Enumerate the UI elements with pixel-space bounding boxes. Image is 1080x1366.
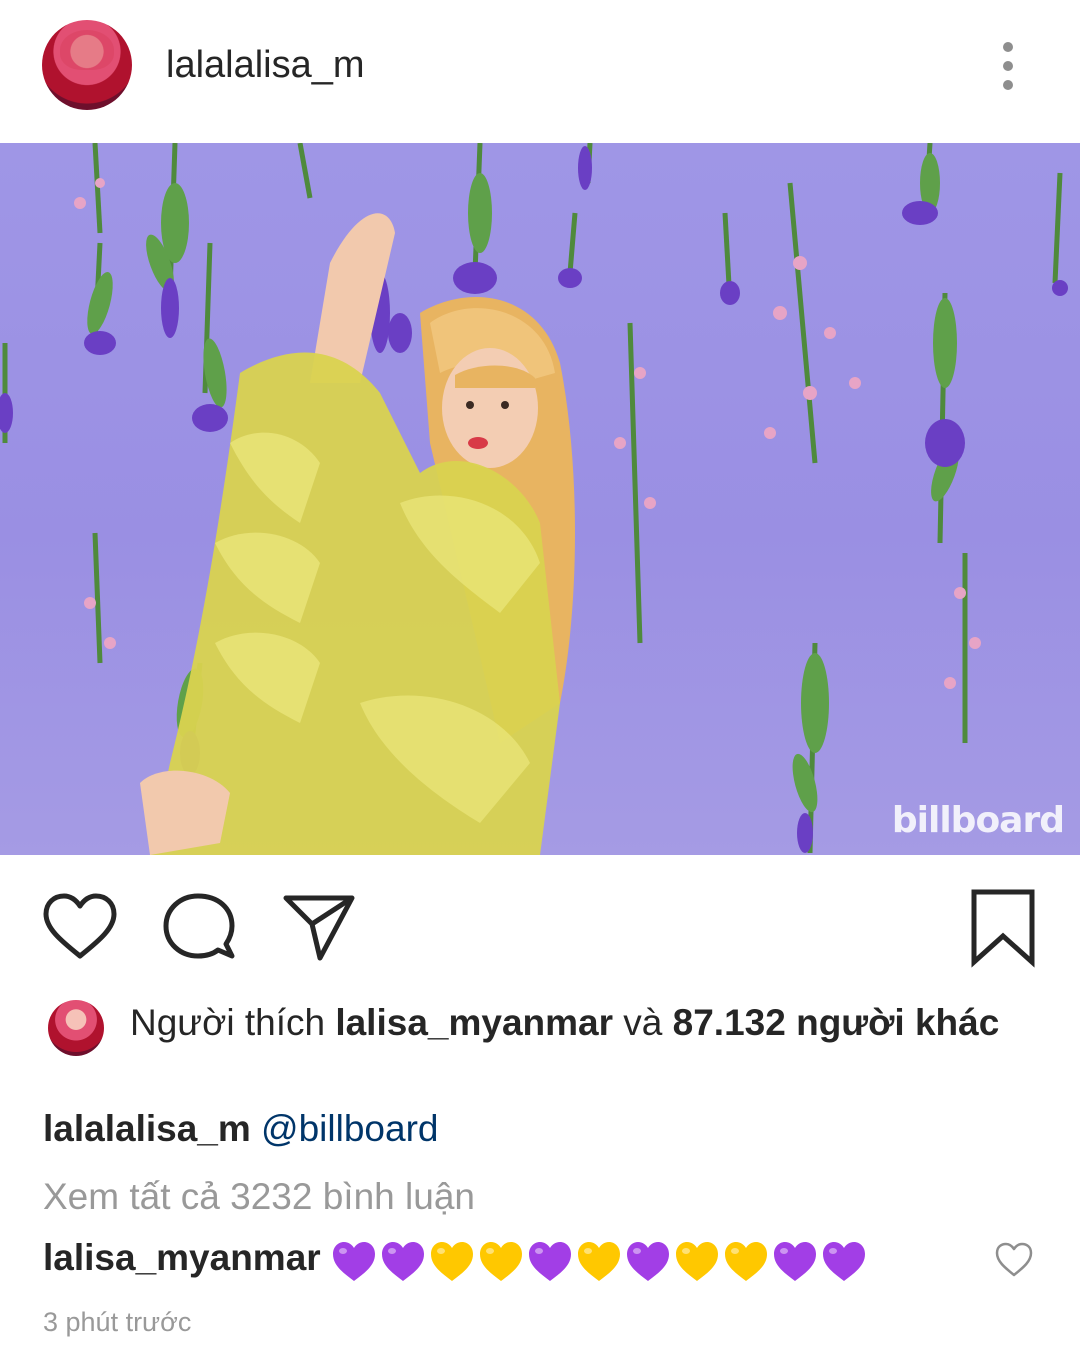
bookmark-icon[interactable] bbox=[966, 888, 1046, 968]
yellow-heart-emoji bbox=[479, 1242, 522, 1282]
view-all-comments-link[interactable]: Xem tất cả 3232 bình luận bbox=[43, 1172, 475, 1222]
purple-heart-emoji bbox=[822, 1242, 865, 1282]
liker-avatar[interactable] bbox=[48, 1000, 104, 1056]
purple-heart-emoji bbox=[626, 1242, 669, 1282]
yellow-heart-emoji bbox=[724, 1242, 767, 1282]
comment-item: lalisa_myanmar bbox=[43, 1230, 983, 1286]
purple-heart-emoji bbox=[332, 1242, 375, 1282]
yellow-heart-emoji bbox=[577, 1242, 620, 1282]
action-bar bbox=[0, 870, 1080, 970]
post-timestamp: 3 phút trước bbox=[43, 1307, 192, 1337]
share-send-icon[interactable] bbox=[280, 888, 360, 968]
likes-text[interactable]: Người thích lalisa_myanmar và 87.132 ngư… bbox=[130, 998, 1030, 1048]
likes-count[interactable]: 87.132 người khác bbox=[673, 1002, 1000, 1043]
caption-mention-link[interactable]: @billboard bbox=[261, 1108, 438, 1149]
comment-username[interactable]: lalisa_myanmar bbox=[43, 1237, 321, 1278]
purple-heart-emoji bbox=[528, 1242, 571, 1282]
photo-illustration bbox=[0, 143, 1068, 855]
billboard-watermark: billboard bbox=[891, 800, 1065, 841]
more-options-icon[interactable] bbox=[990, 38, 1026, 94]
post-username[interactable]: lalalalisa_m bbox=[166, 42, 365, 88]
yellow-heart-emoji bbox=[675, 1242, 718, 1282]
likes-joiner: và bbox=[623, 1002, 663, 1043]
yellow-heart-emoji bbox=[430, 1242, 473, 1282]
likes-prefix: Người thích bbox=[130, 1002, 326, 1043]
post-photo[interactable]: billboard bbox=[0, 143, 1080, 855]
comment-icon[interactable] bbox=[160, 888, 240, 968]
purple-heart-emoji bbox=[381, 1242, 424, 1282]
post-header: lalalalisa_m bbox=[0, 0, 1080, 132]
purple-heart-emoji bbox=[773, 1242, 816, 1282]
comment-emoji-hearts bbox=[332, 1242, 865, 1282]
comment-like-heart-icon[interactable] bbox=[994, 1240, 1034, 1280]
profile-avatar[interactable] bbox=[42, 20, 132, 110]
caption-username[interactable]: lalalalisa_m bbox=[43, 1108, 251, 1149]
post-caption: lalalalisa_m @billboard bbox=[43, 1104, 438, 1154]
like-heart-icon[interactable] bbox=[40, 888, 120, 968]
liker-username[interactable]: lalisa_myanmar bbox=[335, 1002, 613, 1043]
